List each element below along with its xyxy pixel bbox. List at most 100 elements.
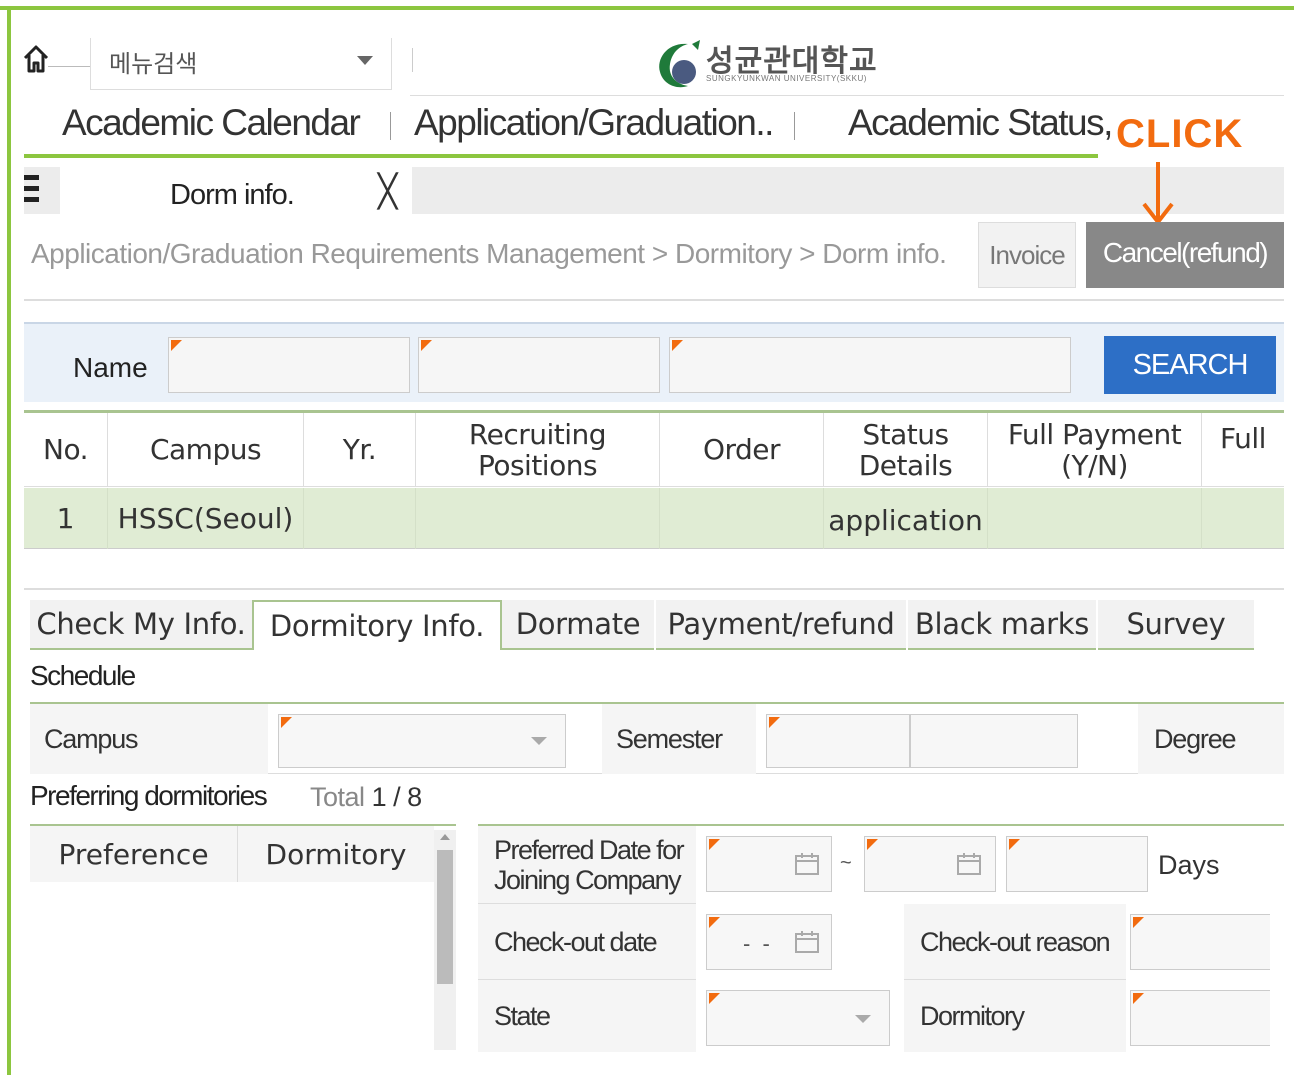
col-header-preference[interactable]: Preference: [30, 826, 238, 882]
preferred-date-label: Preferred Date for Joining Company: [478, 826, 696, 904]
state-label: State: [478, 980, 696, 1052]
semester-term-field[interactable]: [910, 714, 1078, 768]
university-logo[interactable]: 성균관대학교 SUNGKYUNKWAN UNIVERSITY(SKKU): [654, 36, 894, 94]
cell-order: [660, 488, 824, 549]
calendar-icon[interactable]: [795, 853, 819, 875]
table-row[interactable]: 1 HSSC(Seoul) application: [24, 488, 1284, 549]
days-field[interactable]: [1006, 836, 1148, 892]
required-marker: [1133, 917, 1144, 928]
nav-separator: [794, 112, 795, 140]
checkout-date-field[interactable]: - -: [706, 914, 832, 970]
col-header-full-payment[interactable]: Full Payment (Y/N): [988, 413, 1202, 487]
nav-application-graduation[interactable]: Application/Graduation..: [414, 102, 774, 144]
campus-select[interactable]: [278, 714, 566, 768]
required-marker: [709, 839, 720, 850]
frame-top-border: [0, 6, 1294, 10]
semester-year-field[interactable]: [766, 714, 910, 768]
col-header-recruiting[interactable]: Recruiting Positions: [416, 413, 660, 487]
col-header-yr[interactable]: Yr.: [304, 413, 416, 487]
required-marker: [171, 340, 182, 351]
scroll-up-icon[interactable]: [440, 834, 450, 840]
required-marker: [281, 717, 292, 728]
total-count: Total 1 / 8: [310, 782, 422, 813]
breadcrumb: Application/Graduation Requirements Mana…: [31, 238, 947, 269]
campus-label: Campus: [30, 704, 268, 774]
name-field-1[interactable]: [168, 337, 410, 393]
cell-yr: [304, 488, 416, 549]
cancel-refund-button[interactable]: Cancel(refund): [1086, 222, 1284, 288]
tab-dorm-info[interactable]: Dorm info. ╳: [60, 167, 412, 214]
document-tab-bar: Dorm info. ╳: [24, 167, 1284, 214]
chevron-down-icon: [357, 56, 373, 65]
calendar-icon[interactable]: [957, 853, 981, 875]
home-icon[interactable]: [22, 44, 50, 74]
scroll-thumb[interactable]: [437, 850, 453, 984]
chevron-down-icon: [855, 1015, 871, 1023]
schedule-title: Schedule: [30, 660, 136, 691]
name-label: Name: [73, 352, 148, 383]
arrow-down-icon: [1142, 162, 1174, 226]
preferring-list: Preference Dormitory: [30, 824, 456, 1050]
click-annotation: CLICK: [1116, 112, 1244, 156]
total-label: Total: [310, 782, 365, 812]
tab-dorm-info-label: Dorm info.: [170, 179, 295, 211]
hamburger-menu-icon[interactable]: [24, 175, 54, 211]
nav-active-underline: [24, 154, 1098, 158]
col-header-order[interactable]: Order: [660, 413, 824, 487]
required-marker: [709, 917, 720, 928]
tab-dormate[interactable]: Dormate: [502, 600, 654, 650]
required-marker: [672, 340, 683, 351]
search-panel: Name SEARCH: [24, 322, 1284, 402]
col-header-no[interactable]: No.: [24, 413, 108, 487]
tab-payment-refund[interactable]: Payment/refund: [656, 600, 906, 650]
preferring-title: Preferring dormitories: [30, 780, 268, 811]
col-header-dormitory[interactable]: Dormitory: [238, 826, 434, 882]
checkout-reason-label: Check-out reason: [904, 904, 1126, 980]
days-label: Days: [1158, 850, 1220, 880]
preferred-date-end[interactable]: [864, 836, 996, 892]
nav-separator: [390, 112, 391, 140]
tab-black-marks[interactable]: Black marks: [908, 600, 1096, 650]
tab-survey[interactable]: Survey: [1098, 600, 1254, 650]
name-field-3[interactable]: [669, 337, 1071, 393]
frame-left-border: [7, 6, 11, 1075]
col-header-full[interactable]: Full: [1202, 413, 1284, 487]
checkout-date-value: - -: [743, 931, 773, 956]
close-icon[interactable]: ╳: [378, 175, 397, 207]
required-marker: [1009, 839, 1020, 850]
logo-subtitle: SUNGKYUNKWAN UNIVERSITY(SKKU): [706, 74, 867, 83]
state-select[interactable]: [706, 990, 890, 1046]
invoice-button[interactable]: Invoice: [978, 222, 1076, 288]
tab-dormitory-info[interactable]: Dormitory Info.: [252, 600, 502, 650]
dormitory-label: Dormitory: [904, 980, 1126, 1052]
preferred-date-start[interactable]: [706, 836, 832, 892]
logo-emblem-icon: [659, 40, 700, 88]
col-header-campus[interactable]: Campus: [108, 413, 304, 487]
required-marker: [769, 717, 780, 728]
nav-academic-calendar[interactable]: Academic Calendar: [62, 102, 361, 144]
required-marker: [709, 993, 720, 1004]
cell-status: application: [824, 488, 988, 549]
checkout-date-label: Check-out date: [478, 904, 696, 980]
col-header-status[interactable]: Status Details: [824, 413, 988, 487]
nav-academic-status[interactable]: Academic Status,: [848, 102, 1113, 144]
dormitory-field[interactable]: [1130, 990, 1270, 1046]
divider: [24, 299, 1284, 301]
menu-search-select[interactable]: 메뉴검색: [90, 38, 392, 90]
list-scrollbar[interactable]: [434, 830, 456, 1050]
search-button[interactable]: SEARCH: [1104, 336, 1276, 394]
menu-search-label: 메뉴검색: [109, 50, 198, 78]
name-field-2[interactable]: [418, 337, 660, 393]
cell-campus: HSSC(Seoul): [108, 488, 304, 549]
calendar-icon[interactable]: [795, 931, 819, 953]
header-rule: [410, 95, 1284, 96]
main-nav: Academic Calendar Application/Graduation…: [24, 98, 1284, 158]
semester-label: Semester: [602, 704, 756, 774]
total-value: 1 / 8: [371, 782, 423, 812]
schedule-row: Campus Semester Degree: [30, 702, 1284, 774]
degree-label: Degree: [1138, 704, 1284, 774]
tab-check-my-info[interactable]: Check My Info.: [30, 600, 252, 650]
checkout-reason-field[interactable]: [1130, 914, 1270, 970]
required-marker: [1133, 993, 1144, 1004]
topbar-separator: [412, 48, 413, 72]
